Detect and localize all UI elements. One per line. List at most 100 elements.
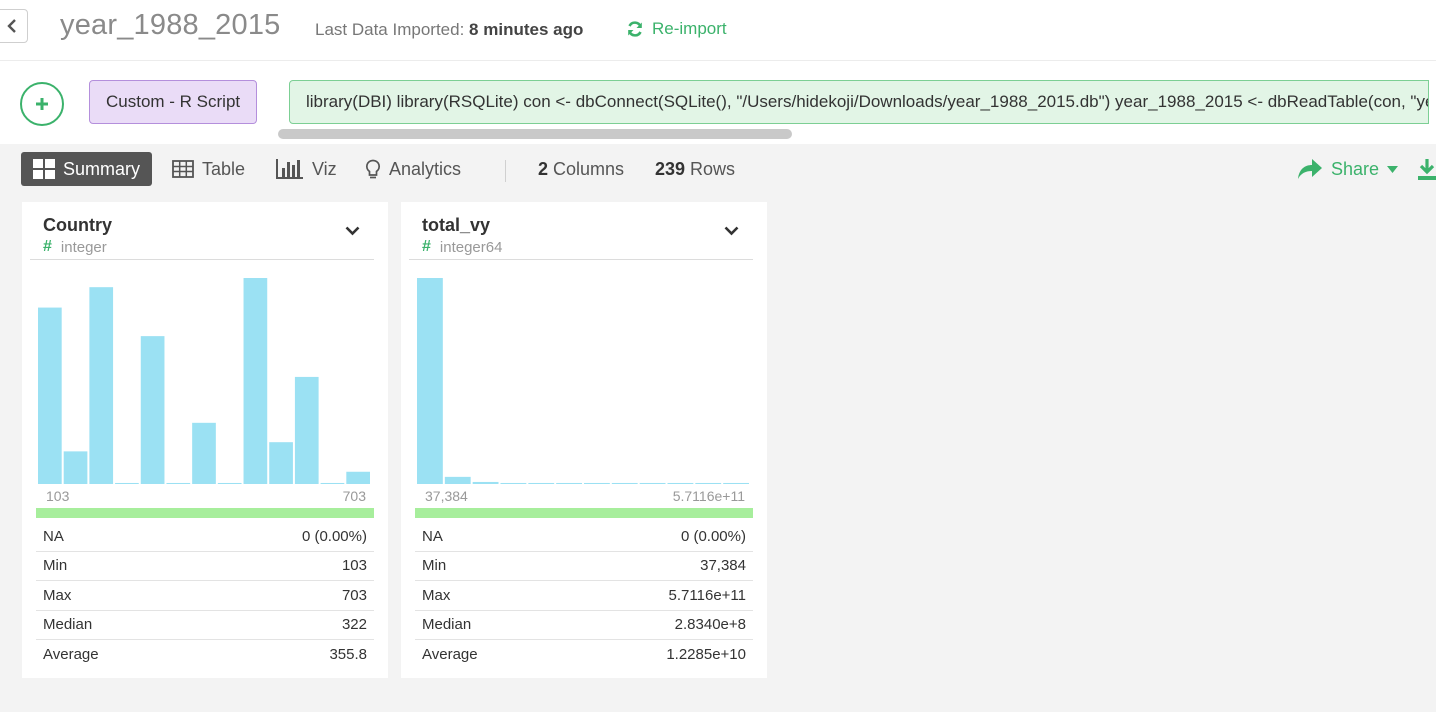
share-button[interactable]: Share [1297, 152, 1399, 186]
tab-viz-label: Viz [312, 158, 337, 179]
stat-row-average: Average 1.2285e+10 [415, 640, 753, 670]
histogram-bar[interactable] [723, 482, 749, 484]
stat-value: 0 (0.00%) [680, 527, 746, 545]
tab-summary[interactable]: Summary [21, 152, 153, 186]
stat-label: Max [43, 586, 72, 604]
last-imported-label: Last Data Imported: [315, 20, 465, 39]
histogram-bar[interactable] [584, 482, 610, 484]
histogram-bar[interactable] [639, 482, 666, 484]
download-button[interactable] [1418, 159, 1436, 186]
stat-label: Median [43, 616, 93, 634]
histogram-bar[interactable] [417, 278, 443, 484]
histogram-bar[interactable] [472, 481, 499, 484]
stat-row-median: Median 322 [36, 611, 374, 640]
card-header: total_vy # integer64 [409, 202, 753, 260]
tab-table[interactable]: Table [172, 152, 245, 186]
page-title: year_1988_2015 [60, 9, 281, 41]
tab-analytics-label: Analytics [389, 158, 462, 179]
tab-summary-label: Summary [63, 158, 141, 179]
column-type-label: integer64 [439, 238, 503, 256]
hash-icon: # [422, 238, 431, 255]
histogram-bar[interactable] [38, 307, 62, 484]
reimport-label: Re-import [652, 19, 727, 38]
range-bar[interactable] [415, 508, 753, 518]
row-count-label: Rows [690, 158, 736, 179]
stat-row-na: NA 0 (0.00%) [36, 522, 374, 552]
stat-value: 703 [341, 586, 367, 604]
stats-table: NA 0 (0.00%) Min 37,384 Max 5.7116e+11 Medi… [415, 522, 753, 670]
reimport-button[interactable]: Re-import [626, 19, 727, 39]
histogram-bar[interactable] [294, 376, 319, 484]
back-button[interactable] [0, 9, 28, 43]
tab-table-label: Table [202, 158, 246, 179]
histogram-bar[interactable] [695, 482, 722, 484]
stat-row-max: Max 5.7116e+11 [415, 581, 753, 611]
histogram-bar[interactable] [528, 482, 555, 484]
stat-label: NA [43, 527, 64, 545]
column-type-label: integer [60, 238, 107, 256]
histogram-bar[interactable] [217, 482, 242, 484]
stat-label: Min [422, 557, 447, 575]
histogram-bar[interactable] [500, 482, 527, 484]
grid-icon [33, 159, 55, 179]
stat-value: 322 [341, 616, 367, 634]
histogram-bar[interactable] [346, 471, 370, 484]
horizontal-scrollbar[interactable] [278, 129, 792, 139]
column-count-value: 2 [538, 158, 549, 179]
stat-label: Average [43, 646, 99, 664]
histogram-bar[interactable] [444, 476, 471, 484]
stat-value: 103 [341, 557, 367, 575]
histogram-bar[interactable] [166, 482, 191, 484]
step-custom-r-script[interactable]: Custom - R Script [89, 80, 258, 124]
download-icon [1418, 159, 1436, 180]
histogram-bar[interactable] [611, 482, 638, 484]
stat-label: Average [422, 646, 478, 664]
stat-value: 355.8 [329, 646, 367, 664]
histogram[interactable] [38, 278, 372, 484]
table-icon [172, 160, 194, 178]
range-min: 103 [46, 488, 70, 504]
histogram-bar[interactable] [89, 287, 114, 484]
row-count: 239 Rows [655, 152, 735, 186]
last-imported-value: 8 minutes ago [469, 20, 584, 39]
bar-chart-icon [276, 159, 303, 179]
step-pipeline: Custom - R Script library(DBI) library(R… [0, 60, 1436, 144]
stat-value: 2.8340e+8 [674, 616, 746, 634]
share-arrow-icon [1298, 159, 1322, 179]
histogram-bar[interactable] [192, 422, 216, 484]
stat-value: 0 (0.00%) [301, 527, 367, 545]
tab-viz[interactable]: Viz [276, 152, 337, 186]
lightbulb-icon [365, 159, 381, 178]
chevron-down-icon[interactable] [724, 226, 739, 236]
column-type: # integer64 [422, 238, 502, 256]
range-max: 703 [342, 488, 366, 504]
range-min: 37,384 [425, 488, 468, 504]
histogram-bar[interactable] [243, 278, 268, 484]
chevron-down-icon[interactable] [345, 226, 360, 236]
tab-analytics[interactable]: Analytics [365, 152, 461, 186]
card-header: Country # integer [30, 202, 374, 260]
add-step-button[interactable] [20, 82, 64, 126]
histogram-bar[interactable] [320, 482, 345, 484]
column-type: # integer [43, 238, 107, 256]
column-name[interactable]: Country [43, 215, 112, 236]
range-max: 5.7116e+11 [672, 488, 745, 504]
tab-divider [505, 160, 506, 182]
stat-row-na: NA 0 (0.00%) [415, 522, 753, 552]
histogram-bar[interactable] [269, 442, 293, 484]
stat-label: Min [43, 557, 68, 575]
histogram-bar[interactable] [556, 482, 582, 484]
column-count: 2 Columns [538, 152, 624, 186]
stat-row-min: Min 103 [36, 552, 374, 581]
histogram[interactable] [417, 278, 751, 484]
histogram-bar[interactable] [63, 451, 88, 484]
column-name[interactable]: total_vy [422, 215, 490, 236]
range-bar[interactable] [36, 508, 374, 518]
row-count-value: 239 [655, 158, 686, 179]
r-script-code[interactable]: library(DBI) library(RSQLite) con <- dbC… [289, 80, 1429, 124]
histogram-bar[interactable] [140, 336, 165, 484]
hash-icon: # [43, 238, 52, 255]
histogram-bar[interactable] [667, 482, 694, 484]
caret-down-icon [1387, 165, 1399, 173]
histogram-bar[interactable] [115, 482, 139, 484]
